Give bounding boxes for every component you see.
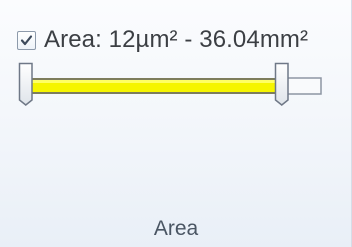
area-range-slider[interactable] [18,62,322,108]
slider-min-thumb[interactable] [18,62,40,106]
checkmark-icon [20,34,33,45]
slider-max-thumb[interactable] [274,62,324,106]
area-filter-panel: Area: 12µm² - 36.04mm² Area [0,0,352,247]
area-filter-label: Area: 12µm² - 36.04mm² [44,26,309,53]
area-filter-header: Area: 12µm² - 36.04mm² [17,26,308,54]
slider-selected-range [32,78,282,94]
ribbon-group-caption: Area [153,217,199,240]
area-filter-checkbox[interactable] [17,30,36,50]
slider-track-highlight [32,80,282,83]
